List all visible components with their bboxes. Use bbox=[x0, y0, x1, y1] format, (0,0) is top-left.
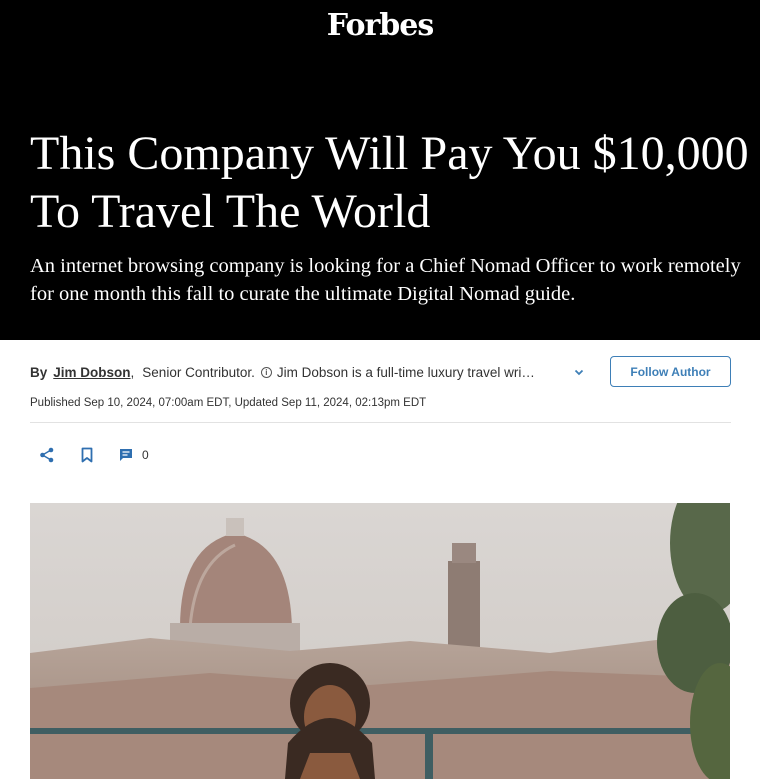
author-bio: Jim Dobson is a full-time luxury travel … bbox=[276, 364, 537, 380]
info-icon[interactable]: i bbox=[260, 366, 272, 378]
byline-comma: , bbox=[130, 364, 135, 380]
byline: By Jim Dobson, Senior Contributor. i Jim… bbox=[30, 361, 590, 383]
article-headline: This Company Will Pay You $10,000 To Tra… bbox=[30, 127, 749, 238]
author-role: Senior Contributor. bbox=[142, 364, 255, 380]
forbes-logo[interactable]: Forbes bbox=[0, 8, 760, 43]
comment-count: 0 bbox=[142, 448, 149, 462]
comment-icon bbox=[120, 449, 132, 461]
site-header: Forbes bbox=[0, 0, 760, 89]
divider bbox=[30, 422, 731, 423]
byline-prefix: By bbox=[30, 364, 48, 380]
share-icon[interactable] bbox=[38, 446, 56, 464]
author-link[interactable]: Jim Dobson bbox=[53, 365, 130, 380]
article-hero: This Company Will Pay You $10,000 To Tra… bbox=[0, 89, 760, 340]
publish-date: Published Sep 10, 2024, 07:00am EDT, Upd… bbox=[30, 397, 427, 409]
photo-illustration bbox=[30, 503, 730, 779]
chevron-down-icon[interactable] bbox=[572, 365, 586, 379]
follow-author-button[interactable]: Follow Author bbox=[610, 356, 731, 387]
comments-button[interactable]: 0 bbox=[118, 446, 149, 464]
article-subhead: An internet browsing company is looking … bbox=[30, 255, 741, 305]
bookmark-icon[interactable] bbox=[78, 446, 96, 464]
article-hero-image[interactable] bbox=[30, 503, 730, 779]
